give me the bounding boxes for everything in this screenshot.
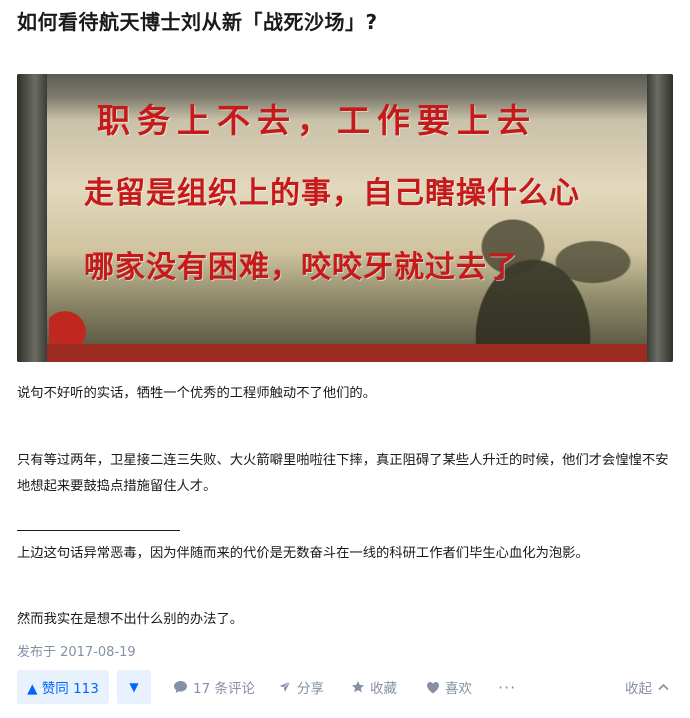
share-icon [278,680,292,694]
red-flag-illustration [49,308,129,348]
banner-frame-left [17,74,47,362]
answer-action-bar: ▲ 赞同 113 ▼ 17 条评论 分享 收藏 喜欢 ··· 收起 [17,670,677,704]
collapse-button[interactable]: 收起 [625,670,669,704]
like-button[interactable]: 喜欢 [426,670,472,704]
like-label: 喜欢 [445,681,472,697]
answer-paragraph: 只有等过两年，卫星接二连三失败、大火箭噼里啪啦往下摔，真正阻碍了某些人升迁的时候… [17,453,669,494]
answer-paragraph: 上边这句话异常恶毒，因为伴随而来的代价是无数奋斗在一线的科研工作者们毕生心血化为… [17,546,589,561]
question-title[interactable]: 如何看待航天博士刘从新「战死沙场」? [17,6,378,35]
comment-button[interactable]: 17 条评论 [173,670,255,704]
collect-button[interactable]: 收藏 [351,670,397,704]
banner-slogan-2: 走留是组织上的事，自己瞎操什么心 [84,176,580,211]
publish-date[interactable]: 发布于 2017-08-19 [17,641,136,660]
answer-paragraph: 然而我实在是想不出什么别的办法了。 [17,612,244,627]
banner-frame-right [647,74,673,362]
banner-slogan-1: 职务上不去，工作要上去 [97,101,537,140]
text-divider [17,530,180,531]
vote-up-button[interactable]: ▲ 赞同 113 [17,670,109,704]
chevron-up-icon [658,683,669,691]
more-icon: ··· [498,677,517,697]
share-button[interactable]: 分享 [278,670,324,704]
collect-label: 收藏 [370,681,397,697]
collapse-label: 收起 [625,681,652,697]
vote-down-button[interactable]: ▼ [117,670,151,704]
heart-icon [427,681,439,693]
comment-count-label: 17 条评论 [193,681,255,697]
propaganda-banner-image: 职务上不去，工作要上去 走留是组织上的事，自己瞎操什么心 哪家没有困难，咬咬牙就… [17,74,673,362]
banner-slogan-3: 哪家没有困难，咬咬牙就过去了 [84,250,518,285]
comment-icon [174,681,187,693]
banner-bottom-band [47,344,647,362]
share-label: 分享 [297,681,324,697]
more-options-button[interactable]: ··· [498,670,516,704]
answer-paragraph: 说句不好听的实话，牺牲一个优秀的工程师触动不了他们的。 [17,386,377,401]
star-icon [352,681,364,693]
